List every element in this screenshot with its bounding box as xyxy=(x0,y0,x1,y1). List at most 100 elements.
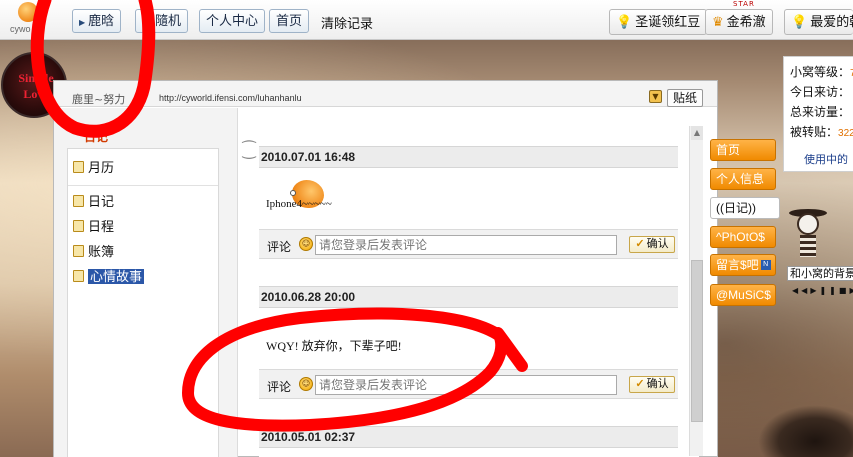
stat-label: 小窝等级： xyxy=(790,65,851,79)
tab-label: 首页 xyxy=(276,13,303,28)
emoticon-icon[interactable]: ☺ xyxy=(299,237,313,251)
sidebar-item-diary[interactable]: 日记 xyxy=(73,191,114,210)
blue-dot-icon xyxy=(142,16,152,26)
skull-character-image xyxy=(787,209,827,259)
guitar-silhouette-image xyxy=(758,405,853,457)
cyworld-logo[interactable]: cywo xyxy=(6,2,50,36)
music-title: 和小窝的背景 xyxy=(787,266,853,281)
sidebar-item-mood-story[interactable]: 心情故事 xyxy=(73,266,145,285)
comment-row: 评论 ☺ ✓确认 xyxy=(259,229,678,259)
entry-date: 2010.07.01 16:48 xyxy=(259,146,678,168)
stat-total-visits: 总来访量： xyxy=(790,103,850,120)
music-controls[interactable]: ◀◀▶❚❚■▶▶ xyxy=(792,286,853,295)
stat-today-visits: 今日来访： xyxy=(790,83,850,100)
skull-head xyxy=(797,213,819,235)
stat-level: 小窝等级：7 xyxy=(790,63,853,80)
content-scrollbar[interactable]: ▲ xyxy=(689,126,703,456)
stat-label: 总来访量： xyxy=(790,105,851,119)
calendar-icon xyxy=(73,161,84,173)
check-icon: ✓ xyxy=(635,238,645,250)
comment-row: 评论 ☺ ✓确认 xyxy=(259,369,678,399)
nav-tab-home[interactable]: 首页 xyxy=(710,139,776,161)
scroll-thumb[interactable] xyxy=(691,260,703,422)
star-label: STAR xyxy=(733,0,755,8)
tab-home[interactable]: 首页 xyxy=(269,9,310,33)
sticker-button[interactable]: 贴纸 xyxy=(667,89,703,107)
nav-tab-label: 留言$吧 xyxy=(716,258,759,272)
tab-favorite-korean[interactable]: 💡最爱的韩 xyxy=(784,9,853,35)
new-badge: N xyxy=(760,260,771,270)
comment-input[interactable] xyxy=(315,375,617,395)
nav-tab-music[interactable]: @MuSiC$ xyxy=(710,284,776,306)
nav-tab-photo[interactable]: ^PhOtO$ xyxy=(710,226,776,248)
in-use-link[interactable]: 使用中的 xyxy=(804,151,848,167)
comment-label: 评论 xyxy=(267,380,292,394)
emoticon-icon[interactable]: ☺ xyxy=(299,377,313,391)
mood-icon xyxy=(73,270,84,282)
pause-icon[interactable]: ❚❚ xyxy=(819,286,838,295)
top-bar: cywo ▶ 鹿晗 隨机 个人中心 首页 清除记录 STAR 💡 圣诞领红豆 ♛ 金希… xyxy=(0,0,853,40)
site-name: 鹿里~努力 xyxy=(72,93,126,106)
tab-luhan[interactable]: ▶ 鹿晗 xyxy=(72,9,122,33)
tab-random[interactable]: 隨机 xyxy=(135,9,189,33)
nav-tab-label: ((日记)) xyxy=(716,201,756,215)
entry-date: 2010.05.01 02:37 xyxy=(259,426,678,448)
nav-tab-label: 首页 xyxy=(716,143,741,157)
homepage-url[interactable]: http://cyworld.ifensi.com/luhanhanlu xyxy=(159,93,302,103)
tab-label: 最爱的韩 xyxy=(810,14,853,29)
nav-tab-label: ^PhOtO$ xyxy=(716,230,765,244)
tab-label: 圣诞领红豆 xyxy=(635,14,701,29)
nav-tab-diary[interactable]: ((日记)) xyxy=(710,197,780,219)
tab-label: 隨机 xyxy=(155,13,182,28)
nav-tab-guestbook[interactable]: 留言$吧 N xyxy=(710,254,776,276)
url-bar: 鹿里~努力 http://cyworld.ifensi.com/luhanhan… xyxy=(54,81,717,107)
entry-text: Iphone4~~~~~ xyxy=(266,198,332,210)
diary-sidebar: 日记 月历 日记 日程 账簿 心情故事 xyxy=(54,108,238,457)
tab-label: 个人中心 xyxy=(206,13,259,28)
sticker-icon[interactable]: ▼ xyxy=(649,90,662,103)
tab-label: 鹿晗 xyxy=(88,13,115,28)
sticker-eye xyxy=(290,190,296,196)
tab-christmas-redbean[interactable]: 💡 圣诞领红豆 xyxy=(609,9,708,35)
skull-body xyxy=(800,235,816,257)
clear-history-link[interactable]: 清除记录 xyxy=(321,13,373,32)
scroll-up-icon[interactable]: ▲ xyxy=(691,126,703,140)
entry-text: WQY! 放弃你，下辈子吧! xyxy=(266,339,402,353)
tab-label: 金希澈 xyxy=(726,14,766,29)
logo-icon xyxy=(18,2,38,22)
stop-icon[interactable]: ■ xyxy=(839,286,850,295)
sidebar-item-label: 日记 xyxy=(88,194,115,209)
nav-tab-label: @MuSiC$ xyxy=(716,288,771,302)
tab-personal-center[interactable]: 个人中心 xyxy=(199,9,266,33)
main-panel: 鹿里~努力 http://cyworld.ifensi.com/luhanhan… xyxy=(53,80,718,457)
stat-label: 今日来访： xyxy=(790,85,851,99)
tab-kim-heechul[interactable]: ♛ 金希澈 xyxy=(705,9,773,35)
sidebar-item-label: 账簿 xyxy=(88,244,115,259)
sidebar-divider xyxy=(68,185,218,186)
diary-content: 2010.07.01 16:48 Iphone4~~~~~ 评论 ☺ ✓确认 2… xyxy=(259,118,699,457)
sidebar-item-label: 日程 xyxy=(88,219,115,234)
sidebar-item-label: 月历 xyxy=(88,160,115,175)
ledger-icon xyxy=(73,245,84,257)
sidebar-item-label: 心情故事 xyxy=(88,269,145,284)
schedule-icon xyxy=(73,220,84,232)
comment-input[interactable] xyxy=(315,235,617,255)
confirm-button[interactable]: ✓ 确认 xyxy=(629,376,675,393)
bulb-icon: 💡 xyxy=(791,14,808,29)
sidebar-item-ledger[interactable]: 账簿 xyxy=(73,241,114,260)
bulb-icon: 💡 xyxy=(616,14,633,29)
next-icon[interactable]: ▶▶ xyxy=(849,286,853,295)
prev-icon[interactable]: ◀◀ xyxy=(792,286,810,295)
comment-label: 评论 xyxy=(267,240,292,254)
logo-text: cywo xyxy=(10,24,31,34)
confirm-button[interactable]: ✓ 确认 xyxy=(629,236,675,253)
home-stats-card: 小窝等级：7 今日来访： 总来访量： 被转贴：322 使用中的 xyxy=(783,56,853,172)
stat-value: 322 xyxy=(838,128,853,139)
nav-tab-profile[interactable]: 个人信息 xyxy=(710,168,776,190)
sidebar-menu: 月历 日记 日程 账簿 心情故事 xyxy=(67,148,219,457)
stat-reposts: 被转贴：322 xyxy=(790,123,853,140)
crown-icon: ♛ xyxy=(712,14,724,29)
diary-icon xyxy=(73,195,84,207)
sidebar-item-calendar[interactable]: 月历 xyxy=(73,157,114,176)
sidebar-item-schedule[interactable]: 日程 xyxy=(73,216,114,235)
